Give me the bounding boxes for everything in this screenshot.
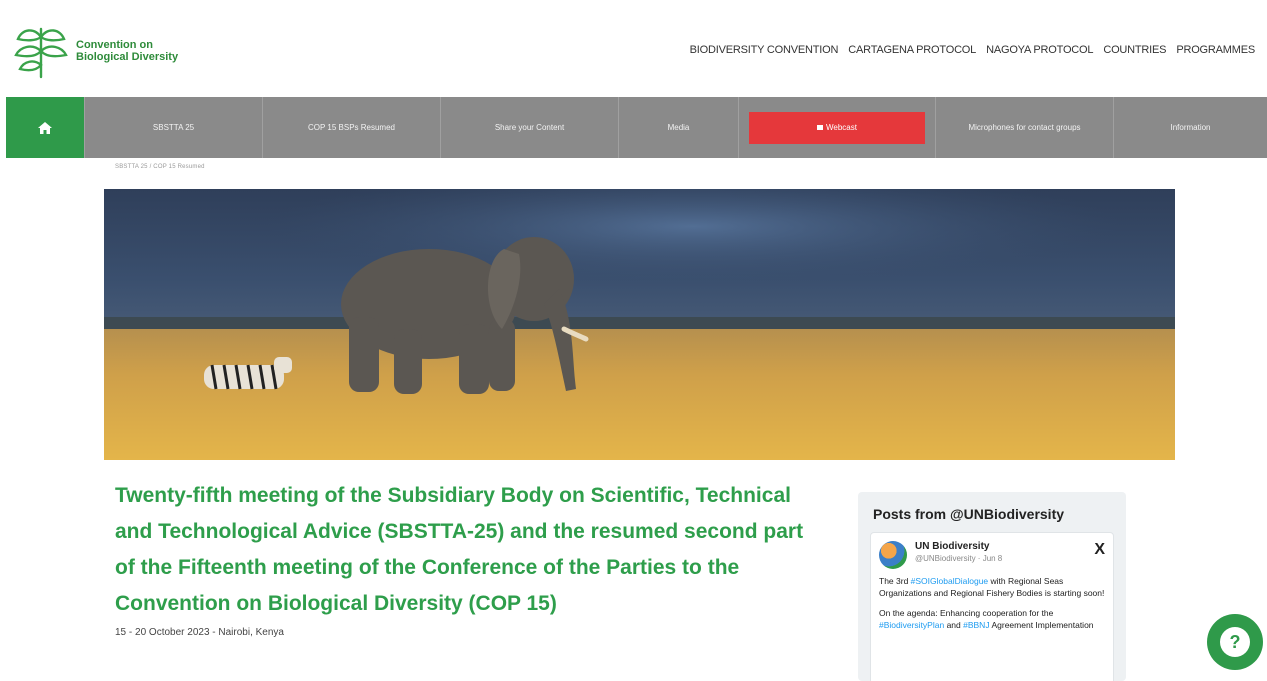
- hero-image: [104, 189, 1175, 460]
- social-feed-widget: Posts from @UNBiodiversity UN Biodiversi…: [858, 492, 1126, 681]
- cbd-logo[interactable]: Convention on Biological Diversity: [14, 22, 204, 80]
- menu-item-sbstta[interactable]: SBSTTA 25: [84, 97, 262, 158]
- home-icon: [38, 121, 52, 134]
- elephant-savanna-illustration: [104, 189, 1175, 460]
- top-nav: BIODIVERSITY CONVENTION CARTAGENA PROTOC…: [690, 44, 1256, 56]
- tweet-text: The 3rd: [879, 576, 911, 586]
- avatar[interactable]: [879, 541, 907, 569]
- menu-item-microphones[interactable]: Microphones for contact groups: [935, 97, 1113, 158]
- meeting-menubar: SBSTTA 25 COP 15 BSPs Resumed Share your…: [6, 97, 1267, 158]
- video-icon: [817, 125, 823, 130]
- tweet-card[interactable]: UN Biodiversity @UNBiodiversity · Jun 8 …: [870, 532, 1114, 681]
- page-title: Twenty-fifth meeting of the Subsidiary B…: [115, 484, 804, 615]
- logo-line-1: Convention on: [76, 39, 153, 51]
- nav-cartagena-protocol[interactable]: CARTAGENA PROTOCOL: [848, 44, 976, 56]
- hashtag-link[interactable]: #SOIGlobalDialogue: [911, 576, 989, 586]
- tweet-text: and: [944, 620, 964, 630]
- x-logo-icon[interactable]: X: [1094, 541, 1105, 559]
- breadcrumb[interactable]: SBSTTA 25 / COP 15 Resumed: [115, 164, 205, 170]
- tweet-header: UN Biodiversity @UNBiodiversity · Jun 8 …: [879, 541, 1105, 569]
- hashtag-link[interactable]: #BiodiversityPlan: [879, 620, 944, 630]
- question-mark-icon: ?: [1220, 627, 1250, 657]
- logo-line-2: Biological Diversity: [76, 51, 179, 63]
- menu-item-share-content[interactable]: Share your Content: [440, 97, 618, 158]
- tweet-paragraph-2: On the agenda: Enhancing cooperation for…: [879, 607, 1105, 631]
- menu-item-media[interactable]: Media: [618, 97, 738, 158]
- webcast-label: Webcast: [826, 123, 857, 132]
- nav-nagoya-protocol[interactable]: NAGOYA PROTOCOL: [986, 44, 1093, 56]
- menu-item-webcast-wrapper: Webcast: [738, 97, 935, 158]
- nav-countries[interactable]: COUNTRIES: [1103, 44, 1166, 56]
- nav-programmes[interactable]: PROGRAMMES: [1176, 44, 1255, 56]
- page: Convention on Biological Diversity BIODI…: [0, 0, 1267, 681]
- tweet-text: Agreement Implementation: [989, 620, 1094, 630]
- nav-biodiversity-convention[interactable]: BIODIVERSITY CONVENTION: [690, 44, 839, 56]
- tweet-paragraph-1: The 3rd #SOIGlobalDialogue with Regional…: [879, 575, 1105, 599]
- cbd-leaf-icon: [14, 27, 68, 79]
- hashtag-link[interactable]: #BBNJ: [963, 620, 989, 630]
- menu-item-information[interactable]: Information: [1113, 97, 1267, 158]
- tweet-author-name[interactable]: UN Biodiversity: [915, 541, 1088, 552]
- logo-text: Convention on Biological Diversity: [76, 39, 178, 63]
- meeting-date-location: 15 - 20 October 2023 - Nairobi, Kenya: [115, 627, 284, 638]
- tweet-body: The 3rd #SOIGlobalDialogue with Regional…: [879, 575, 1105, 631]
- home-button[interactable]: [6, 97, 84, 158]
- tweet-author-handle[interactable]: @UNBiodiversity · Jun 8: [915, 554, 1088, 563]
- tweet-text: On the agenda: Enhancing cooperation for…: [879, 608, 1054, 618]
- menu-item-cop15-resumed[interactable]: COP 15 BSPs Resumed: [262, 97, 440, 158]
- help-chat-button[interactable]: ?: [1207, 614, 1263, 670]
- tweet-author: UN Biodiversity @UNBiodiversity · Jun 8: [915, 541, 1088, 563]
- social-feed-title: Posts from @UNBiodiversity: [873, 506, 1065, 522]
- webcast-button[interactable]: Webcast: [749, 111, 925, 144]
